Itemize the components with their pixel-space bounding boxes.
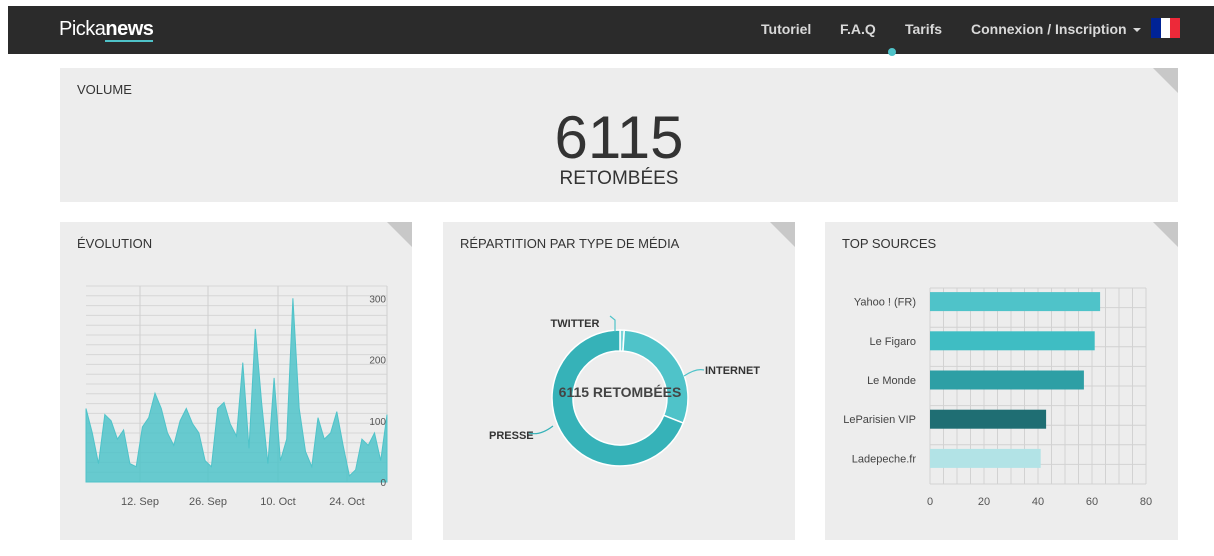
nav-tarifs[interactable]: Tarifs	[905, 21, 942, 37]
y-tick-label: 100	[369, 417, 386, 428]
x-tick-label: 60	[1086, 496, 1098, 508]
evolution-card: ÉVOLUTION 0 100 200 300 12. Sep 26. Sep 10. Oc…	[60, 222, 412, 540]
x-tick-label: 10. Oct	[260, 496, 295, 508]
x-tick-label: 26. Sep	[189, 496, 227, 508]
bar	[930, 370, 1084, 390]
nav-tutoriel[interactable]: Tutoriel	[761, 21, 811, 37]
x-tick-label: 0	[927, 496, 933, 508]
brand-logo[interactable]: Pickanews	[59, 18, 154, 42]
nav-login-label: Connexion / Inscription	[971, 21, 1127, 37]
x-tick-label: 24. Oct	[329, 496, 364, 508]
media-card: RÉPARTITION PAR TYPE DE MÉDIA 6115 RETOM…	[443, 222, 795, 540]
evolution-area-series	[85, 298, 388, 483]
french-flag-icon[interactable]	[1151, 18, 1181, 38]
y-tick-label: 300	[369, 294, 386, 305]
brand-logo-part2: news	[105, 18, 154, 42]
donut-leader-line	[683, 369, 705, 377]
donut-center-label: 6115 RETOMBÉES	[559, 384, 682, 400]
media-donut-chart: 6115 RETOMBÉES TWITTER INTERNET PRESSE	[489, 315, 760, 467]
flag-stripe-blue	[1151, 18, 1161, 38]
bar-category-label: Yahoo ! (FR)	[854, 297, 916, 309]
evolution-area-chart: 0 100 200 300 12. Sep 26. Sep 10. Oct 24. Oct	[85, 285, 388, 508]
volume-title: VOLUME	[77, 82, 132, 97]
bar-category-label: Ladepeche.fr	[852, 453, 917, 465]
bar	[930, 409, 1047, 429]
sources-bar-chart: Yahoo ! (FR) Le Figaro Le Monde LeParisien …	[843, 287, 1152, 508]
volume-card: VOLUME 6115 RETOMBÉES	[60, 68, 1178, 202]
bar	[930, 448, 1041, 468]
y-tick-label: 0	[380, 478, 386, 489]
card-corner-fold	[1153, 68, 1178, 93]
bar-category-label: Le Monde	[867, 375, 916, 387]
bar	[930, 331, 1095, 351]
nav-faq[interactable]: F.A.Q	[840, 21, 876, 37]
donut-label-internet: INTERNET	[705, 365, 760, 377]
y-tick-label: 200	[369, 356, 386, 367]
donut-label-twitter: TWITTER	[551, 318, 600, 330]
x-tick-label: 80	[1140, 496, 1152, 508]
volume-label: RETOMBÉES	[559, 168, 679, 189]
bar-category-label: LeParisien VIP	[843, 414, 916, 426]
volume-number: 6115	[554, 104, 684, 171]
brand-logo-part1: Picka	[59, 18, 106, 40]
x-tick-label: 20	[978, 496, 990, 508]
x-tick-label: 12. Sep	[121, 496, 159, 508]
donut-label-presse: PRESSE	[489, 430, 534, 442]
nav-active-indicator	[888, 48, 896, 56]
nav-login-dropdown[interactable]: Connexion / Inscription	[971, 21, 1141, 37]
sources-card: TOP SOURCES Yahoo ! (FR) Le Figaro Le Mond…	[825, 222, 1178, 540]
bar	[930, 292, 1101, 312]
bar-category-label: Le Figaro	[870, 336, 916, 348]
flag-stripe-red	[1170, 18, 1181, 38]
flag-stripe-white	[1160, 18, 1171, 38]
top-navbar: Pickanews Tutoriel F.A.Q Tarifs Connexio…	[8, 6, 1214, 54]
x-tick-label: 40	[1032, 496, 1044, 508]
chevron-down-icon	[1132, 28, 1141, 33]
